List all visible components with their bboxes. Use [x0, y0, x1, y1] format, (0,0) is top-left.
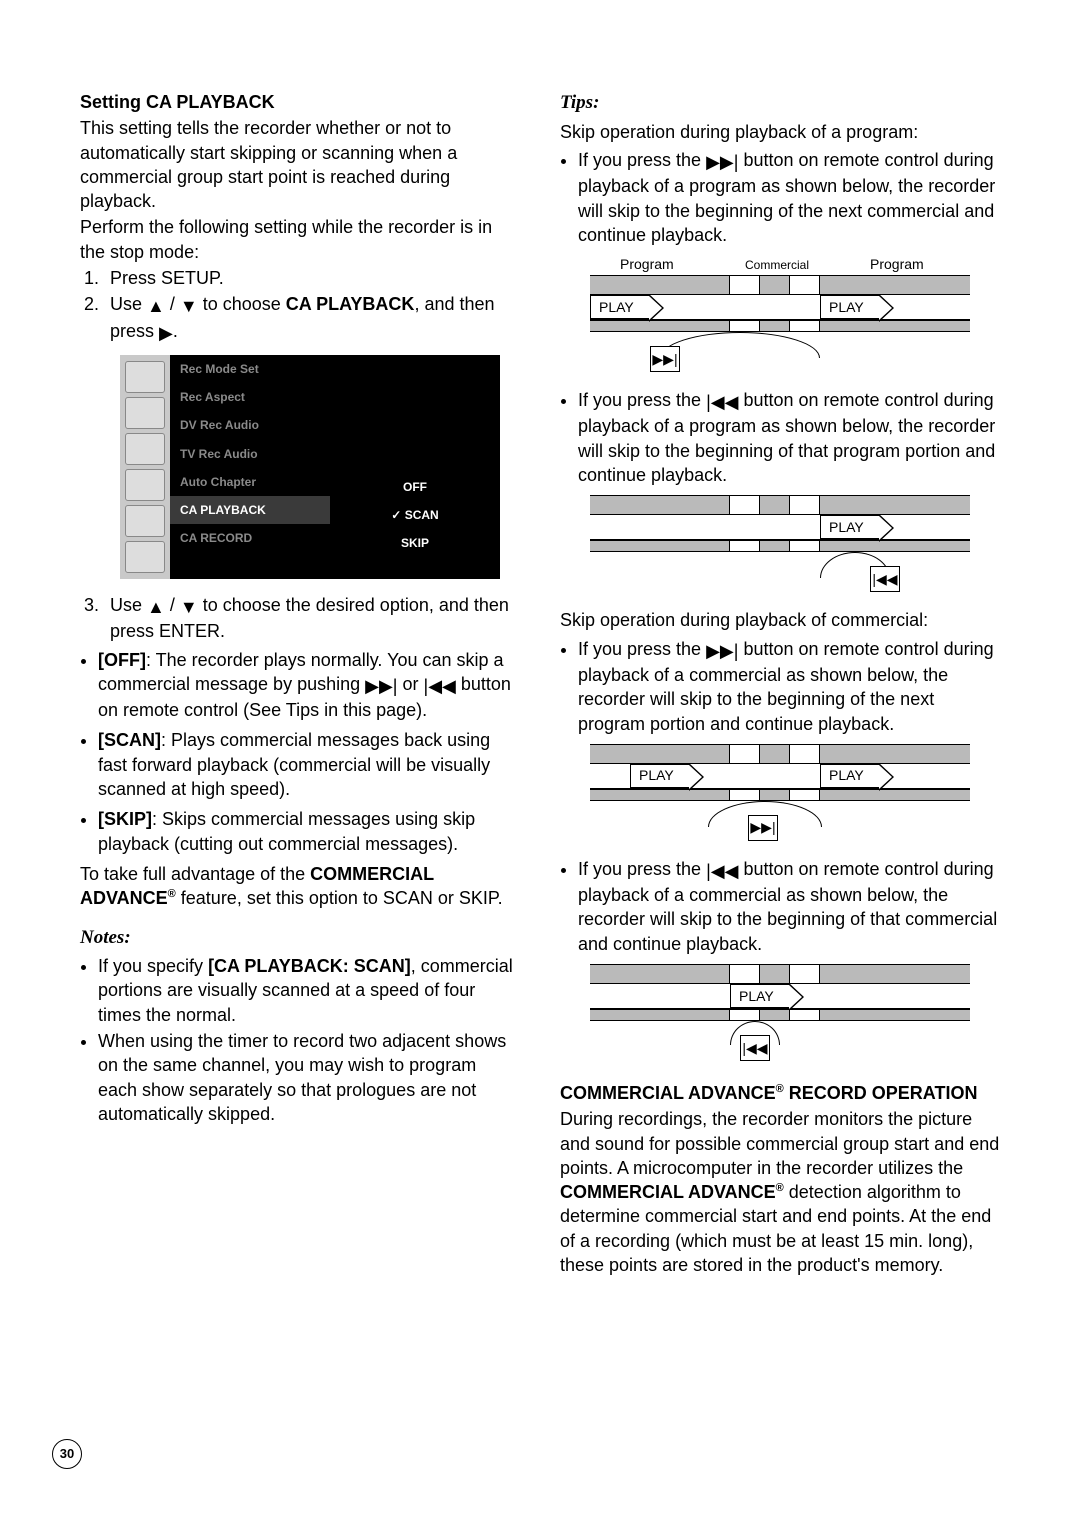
label-commercial: Commercial: [745, 257, 809, 273]
skip-back-icon: |◀◀: [424, 674, 456, 698]
option-off: [OFF]: The recorder plays normally. You …: [98, 648, 520, 723]
setup-steps-list: Press SETUP. Use ▲ / ▼ to choose CA PLAY…: [80, 266, 520, 345]
label-program: Program: [620, 255, 674, 274]
menu-sidebar-icons: [120, 355, 170, 579]
skip-forward-icon: ▶▶|: [706, 639, 738, 663]
record-operation-heading: COMMERCIAL ADVANCE® RECORD OPERATION: [560, 1081, 1000, 1105]
menu-value-off: OFF: [330, 473, 500, 501]
intro-paragraph-1: This setting tells the recorder whether …: [80, 116, 520, 213]
note-1: If you specify [CA PLAYBACK: SCAN], comm…: [98, 954, 520, 1027]
play-label: PLAY: [590, 295, 650, 319]
notes-heading: Notes:: [80, 925, 520, 951]
menu-value-scan: SCAN: [330, 501, 500, 529]
play-label: PLAY: [820, 295, 880, 319]
record-operation-body: During recordings, the recorder monitors…: [560, 1107, 1000, 1277]
step-1: Press SETUP.: [104, 266, 520, 290]
skip-forward-icon: ▶▶|: [706, 150, 738, 174]
skip-back-icon: |◀◀: [706, 390, 738, 414]
timeline-diagram-2: PLAY |◀◀: [590, 495, 970, 592]
onscreen-menu-figure: Rec Mode Set Rec Aspect DV Rec Audio TV …: [120, 355, 500, 579]
right-triangle-icon: ▶: [159, 321, 173, 345]
right-column: Tips: Skip operation during playback of …: [560, 90, 1000, 1279]
skip-program-intro: Skip operation during playback of a prog…: [560, 120, 1000, 144]
menu-icon: [125, 361, 165, 393]
step-2: Use ▲ / ▼ to choose CA PLAYBACK, and the…: [104, 292, 520, 345]
step-3: Use ▲ / ▼ to choose the desired option, …: [104, 593, 520, 644]
skip-back-button-icon: |◀◀: [740, 1035, 770, 1061]
up-triangle-icon: ▲: [147, 294, 165, 318]
tips-list-4: If you press the |◀◀ button on remote co…: [560, 857, 1000, 956]
menu-item: Rec Mode Set: [170, 355, 330, 383]
tips-list-2: If you press the |◀◀ button on remote co…: [560, 388, 1000, 487]
play-label: PLAY: [820, 515, 880, 539]
tip-1: If you press the ▶▶| button on remote co…: [578, 148, 1000, 247]
option-list: [OFF]: The recorder plays normally. You …: [80, 648, 520, 856]
menu-item-list: Rec Mode Set Rec Aspect DV Rec Audio TV …: [170, 355, 330, 579]
skip-back-button-icon: |◀◀: [870, 566, 900, 592]
closing-paragraph: To take full advantage of the COMMERCIAL…: [80, 862, 520, 911]
menu-icon: [125, 433, 165, 465]
menu-item: TV Rec Audio: [170, 440, 330, 468]
menu-icon: [125, 541, 165, 573]
skip-commercial-intro: Skip operation during playback of commer…: [560, 608, 1000, 632]
skip-forward-button-icon: ▶▶|: [650, 346, 680, 372]
label-program: Program: [870, 255, 924, 274]
tip-4: If you press the |◀◀ button on remote co…: [578, 857, 1000, 956]
play-label: PLAY: [820, 764, 880, 788]
setup-steps-list-continued: Use ▲ / ▼ to choose the desired option, …: [80, 593, 520, 644]
timeline-diagram-1: Program Commercial Program PLAY PLAY: [590, 255, 970, 372]
menu-value-column: OFF SCAN SKIP: [330, 355, 500, 579]
menu-icon: [125, 469, 165, 501]
down-triangle-icon: ▼: [180, 294, 198, 318]
up-triangle-icon: ▲: [147, 595, 165, 619]
menu-item: DV Rec Audio: [170, 411, 330, 439]
menu-item: Auto Chapter: [170, 468, 330, 496]
tips-heading: Tips:: [560, 90, 1000, 116]
menu-icon: [125, 505, 165, 537]
left-column: Setting CA PLAYBACK This setting tells t…: [80, 90, 520, 1279]
option-scan: [SCAN]: Plays commercial messages back u…: [98, 728, 520, 801]
tips-list-3: If you press the ▶▶| button on remote co…: [560, 637, 1000, 736]
skip-forward-button-icon: ▶▶|: [748, 815, 778, 841]
skip-back-icon: |◀◀: [706, 859, 738, 883]
down-triangle-icon: ▼: [180, 595, 198, 619]
menu-item: Rec Aspect: [170, 383, 330, 411]
menu-item: CA RECORD: [170, 524, 330, 552]
page-number: 30: [52, 1439, 82, 1469]
menu-item-selected: CA PLAYBACK: [170, 496, 330, 524]
note-2: When using the timer to record two adjac…: [98, 1029, 520, 1126]
menu-value-skip: SKIP: [330, 529, 500, 557]
tip-2: If you press the |◀◀ button on remote co…: [578, 388, 1000, 487]
play-label: PLAY: [730, 984, 790, 1008]
menu-icon: [125, 397, 165, 429]
tips-list-1: If you press the ▶▶| button on remote co…: [560, 148, 1000, 247]
tip-3: If you press the ▶▶| button on remote co…: [578, 637, 1000, 736]
timeline-diagram-3: PLAY PLAY ▶▶|: [590, 744, 970, 841]
skip-forward-icon: ▶▶|: [365, 674, 397, 698]
option-skip: [SKIP]: Skips commercial messages using …: [98, 807, 520, 856]
notes-list: If you specify [CA PLAYBACK: SCAN], comm…: [80, 954, 520, 1126]
play-label: PLAY: [630, 764, 690, 788]
intro-paragraph-2: Perform the following setting while the …: [80, 215, 520, 264]
timeline-diagram-4: PLAY |◀◀: [590, 964, 970, 1061]
section-heading-ca-playback: Setting CA PLAYBACK: [80, 90, 520, 114]
